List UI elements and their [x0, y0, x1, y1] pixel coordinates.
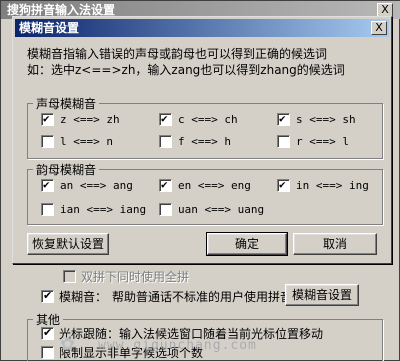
initial-option-label: c <==> ch: [178, 113, 238, 126]
ok-button[interactable]: 确定: [206, 232, 288, 256]
parent-close-button[interactable]: X: [377, 3, 393, 17]
final-option-label: in <==> ing: [296, 179, 369, 192]
final-option-label: ian <==> iang: [60, 203, 147, 216]
final-option-label: en <==> eng: [178, 179, 251, 192]
restore-defaults-button[interactable]: 恢复默认设置: [27, 233, 109, 255]
initial-option-s-sh[interactable]: s <==> sh: [277, 112, 356, 126]
final-checkbox[interactable]: [159, 203, 172, 216]
fuzzy-pinyin-dialog: 模糊音设置 X 模糊音指输入错误的声母或韵母也可以得到正确的候选词 如：选中z<…: [12, 16, 392, 264]
initial-option-label: f <==> h: [178, 135, 231, 148]
initial-option-label: r <==> l: [296, 135, 349, 148]
initial-checkbox[interactable]: [159, 112, 172, 126]
fuzzy-settings-button[interactable]: 模糊音设置: [285, 284, 359, 306]
initial-option-f-h[interactable]: f <==> h: [159, 135, 231, 148]
initial-checkbox[interactable]: [277, 112, 290, 126]
fuzzy-label: 模糊音：: [59, 290, 108, 304]
dialog-description-line2: 如：选中z<==>zh，输入zang也可以得到zhang的候选词: [27, 63, 345, 77]
limit-candidates-checkbox[interactable]: [41, 346, 54, 359]
simul-fullpinyin-row: 双拼下同时使用全拼: [63, 268, 189, 285]
final-option-uan-uang[interactable]: uan <==> uang: [159, 203, 264, 216]
initial-checkbox[interactable]: [41, 112, 54, 126]
initial-checkbox[interactable]: [41, 135, 54, 148]
initial-checkbox[interactable]: [159, 135, 172, 148]
watermark-logo-icon: ✿: [60, 334, 76, 355]
dialog-description-line1: 模糊音指输入错误的声母或韵母也可以得到正确的候选词: [27, 47, 328, 61]
dialog-close-button[interactable]: X: [371, 21, 387, 35]
fuzzy-checkbox[interactable]: [41, 289, 54, 303]
fuzzy-description: 帮助普通话不标准的用户使用拼音: [112, 290, 293, 304]
initial-option-l-n[interactable]: l <==> n: [41, 135, 113, 148]
cancel-button[interactable]: 取消: [293, 233, 377, 255]
initial-option-label: l <==> n: [60, 135, 113, 148]
final-option-label: an <==> ang: [60, 179, 133, 192]
final-option-an-ang[interactable]: an <==> ang: [41, 178, 133, 192]
final-option-ian-iang[interactable]: ian <==> iang: [41, 203, 146, 216]
initial-option-label: s <==> sh: [296, 113, 356, 126]
simul-fullpinyin-checkbox[interactable]: [63, 270, 76, 283]
final-checkbox[interactable]: [159, 178, 172, 192]
cursor-follow-checkbox[interactable]: [41, 326, 54, 340]
initial-option-label: z <==> zh: [60, 113, 120, 126]
final-option-label: uan <==> uang: [178, 203, 265, 216]
simul-fullpinyin-label: 双拼下同时使用全拼: [81, 270, 190, 284]
final-option-in-ing[interactable]: in <==> ing: [277, 178, 369, 192]
final-checkbox[interactable]: [41, 203, 54, 216]
final-checkbox[interactable]: [41, 178, 54, 192]
initials-group-label: 声母模糊音: [33, 95, 100, 112]
final-option-en-eng[interactable]: en <==> eng: [159, 178, 251, 192]
fuzzy-row: 模糊音： 帮助普通话不标准的用户使用拼音: [41, 288, 292, 305]
initial-option-c-ch[interactable]: c <==> ch: [159, 112, 238, 126]
dialog-title: 模糊音设置: [15, 19, 389, 37]
watermark-text: www.qiqunchang.com: [98, 338, 257, 353]
final-checkbox[interactable]: [277, 178, 290, 192]
initial-option-r-l[interactable]: r <==> l: [277, 135, 349, 148]
initial-option-z-zh[interactable]: z <==> zh: [41, 112, 120, 126]
initial-checkbox[interactable]: [277, 135, 290, 148]
finals-group-label: 韵母模糊音: [33, 161, 100, 178]
